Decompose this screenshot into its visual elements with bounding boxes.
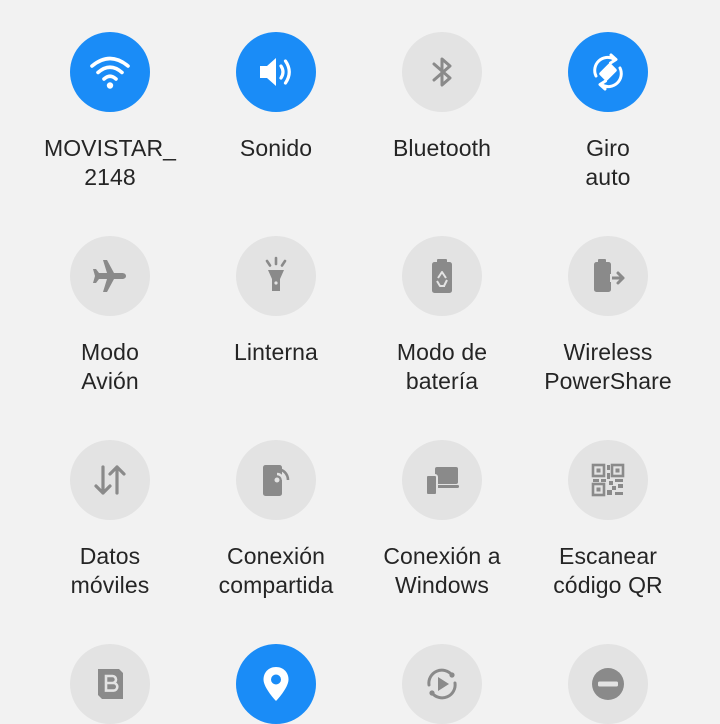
link-to-windows-icon (425, 467, 459, 496)
tile-qr-scanner[interactable]: Escanear código QR (525, 440, 691, 600)
tile-bluetooth[interactable]: Bluetooth (359, 32, 525, 163)
tile-airplane-mode[interactable]: Modo Avión (27, 236, 193, 396)
bluetooth-icon (432, 57, 452, 87)
qr-code-icon (591, 463, 625, 497)
link-to-windows-toggle[interactable] (402, 440, 482, 520)
sound-toggle[interactable] (236, 32, 316, 112)
tile-wifi[interactable]: MOVISTAR_ 2148 (27, 32, 193, 192)
tile-label: Modo de batería (396, 339, 488, 394)
tile-hotspot[interactable]: Conexión compartida (193, 440, 359, 600)
bixby-routines-toggle[interactable] (70, 644, 150, 724)
wifi-icon (90, 56, 130, 89)
qr-scanner-toggle[interactable] (568, 440, 648, 520)
tile-label: Wireless PowerShare (544, 339, 672, 394)
hotspot-icon (263, 465, 290, 496)
quick-settings-panel: MOVISTAR_ 2148 Sonido Bluetooth Giro aut… (0, 0, 720, 724)
tile-label: Conexión compartida (218, 543, 334, 598)
wireless-powershare-toggle[interactable] (568, 236, 648, 316)
tile-label: Sonido (239, 135, 313, 161)
mobile-data-toggle[interactable] (70, 440, 150, 520)
do-not-disturb-toggle[interactable] (568, 644, 648, 724)
tile-sync[interactable] (359, 644, 525, 724)
flashlight-icon (265, 256, 287, 291)
bluetooth-toggle[interactable] (402, 32, 482, 112)
tile-link-to-windows[interactable]: Conexión a Windows (359, 440, 525, 600)
tile-label: Bluetooth (392, 135, 492, 161)
battery-mode-toggle[interactable] (402, 236, 482, 316)
sync-icon (427, 668, 457, 700)
tile-label: Linterna (234, 339, 318, 365)
tile-wireless-powershare[interactable]: Wireless PowerShare (525, 236, 691, 396)
location-icon (263, 667, 289, 701)
tile-sound[interactable]: Sonido (193, 32, 359, 163)
hotspot-toggle[interactable] (236, 440, 316, 520)
tile-do-not-disturb[interactable] (525, 644, 691, 724)
tile-battery-mode[interactable]: Modo de batería (359, 236, 525, 396)
auto-rotate-toggle[interactable] (568, 32, 648, 112)
flashlight-toggle[interactable] (236, 236, 316, 316)
bixby-routines-icon (98, 669, 123, 699)
tile-mobile-data[interactable]: Datos móviles (27, 440, 193, 600)
airplane-mode-toggle[interactable] (70, 236, 150, 316)
tile-label: Modo Avión (81, 339, 139, 394)
mobile-data-icon (94, 465, 126, 495)
tile-bixby-routines[interactable] (27, 644, 193, 724)
tile-label: Escanear código QR (553, 543, 663, 598)
wireless-powershare-icon (594, 259, 625, 292)
tile-label: MOVISTAR_ 2148 (43, 135, 177, 190)
wifi-toggle[interactable] (70, 32, 150, 112)
do-not-disturb-icon (592, 668, 624, 700)
sync-toggle[interactable] (402, 644, 482, 724)
location-toggle[interactable] (236, 644, 316, 724)
airplane-icon (93, 260, 126, 292)
tile-flashlight[interactable]: Linterna (193, 236, 359, 367)
tile-label: Conexión a Windows (383, 543, 501, 598)
auto-rotate-icon (593, 53, 623, 91)
tile-location[interactable] (193, 644, 359, 724)
tile-label: Datos móviles (70, 543, 150, 598)
tile-label: Giro auto (585, 135, 631, 190)
tile-auto-rotate[interactable]: Giro auto (525, 32, 691, 192)
sound-icon (260, 58, 291, 86)
battery-mode-icon (432, 259, 452, 293)
